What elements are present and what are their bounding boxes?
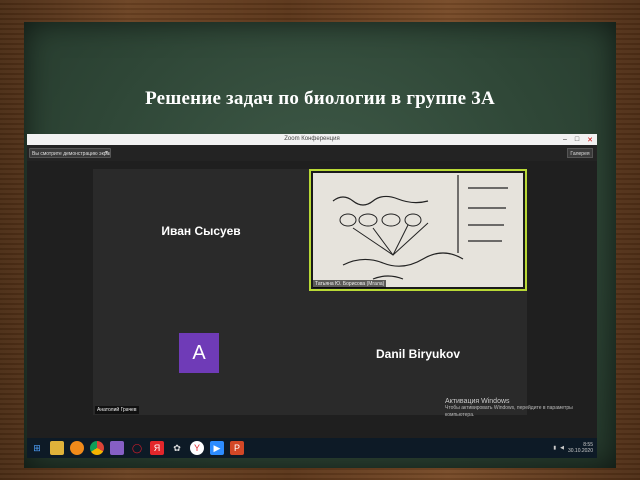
zoom-screenshot: Zoom Конференция – □ ✕ Вы смотрите демон… [27,134,597,458]
windows-taskbar: ⊞ ◯ Я ✿ Y ▶ P ▮ ◀ 8:55 30.10.2020 [27,438,597,458]
participant-tile[interactable]: Danil Biryukov [309,291,527,415]
zoom-icon[interactable]: ▶ [210,441,224,455]
activation-text: Чтобы активировать Windows, перейдите в … [445,405,573,418]
explorer-icon[interactable] [50,441,64,455]
minimize-button[interactable]: – [563,136,567,143]
powerpoint-icon[interactable]: P [230,441,244,455]
windows-icon[interactable]: ⊞ [30,441,44,455]
gallery-view-button[interactable]: Галерея [567,148,593,158]
participant-label: Татьяна Ю. Борисова (Мгала) [313,280,387,288]
window-title: Zoom Конференция [284,136,340,142]
participant-name: Иван Сысуев [161,224,241,238]
slide-title: Решение задач по биологии в группе 3А [145,88,495,109]
chrome-icon[interactable] [90,441,104,455]
system-tray: ▮ ◀ 8:55 30.10.2020 [553,438,593,458]
volume-icon[interactable]: ◀ [560,445,564,451]
participant-label: Анатолий Грачев [95,406,139,414]
opera-icon[interactable]: ◯ [130,441,144,455]
settings-icon[interactable]: ✿ [170,441,184,455]
participant-tile-active[interactable]: Татьяна Ю. Борисова (Мгала) [309,169,527,291]
participant-tile[interactable]: Иван Сысуев [93,169,309,291]
clock[interactable]: 8:55 30.10.2020 [568,442,593,454]
participant-tile[interactable]: A Анатолий Грачев [93,291,309,415]
window-titlebar: Zoom Конференция – □ ✕ [27,134,597,145]
activation-watermark: Активация Windows Чтобы активировать Win… [445,398,595,419]
yandex-icon[interactable]: Я [150,441,164,455]
visual-studio-icon[interactable] [110,441,124,455]
avast-icon[interactable] [70,441,84,455]
window-controls: – □ ✕ [563,134,593,145]
yandex-browser-icon[interactable]: Y [190,441,204,455]
activation-heading: Активация Windows [445,398,510,405]
view-options-button[interactable]: Вы смотрите демонстрацию экрана [29,148,111,158]
handwriting-image [332,175,508,280]
avatar: A [179,333,219,373]
close-button[interactable]: ✕ [587,136,593,144]
network-icon[interactable]: ▮ [553,445,556,451]
maximize-button[interactable]: □ [575,136,579,143]
whiteboard-video [313,173,523,287]
chevron-down-icon[interactable]: ▾ [105,149,113,157]
meeting-toolbar: Вы смотрите демонстрацию экрана ▾ Галере… [27,145,597,161]
participant-name: Danil Biryukov [375,347,461,361]
